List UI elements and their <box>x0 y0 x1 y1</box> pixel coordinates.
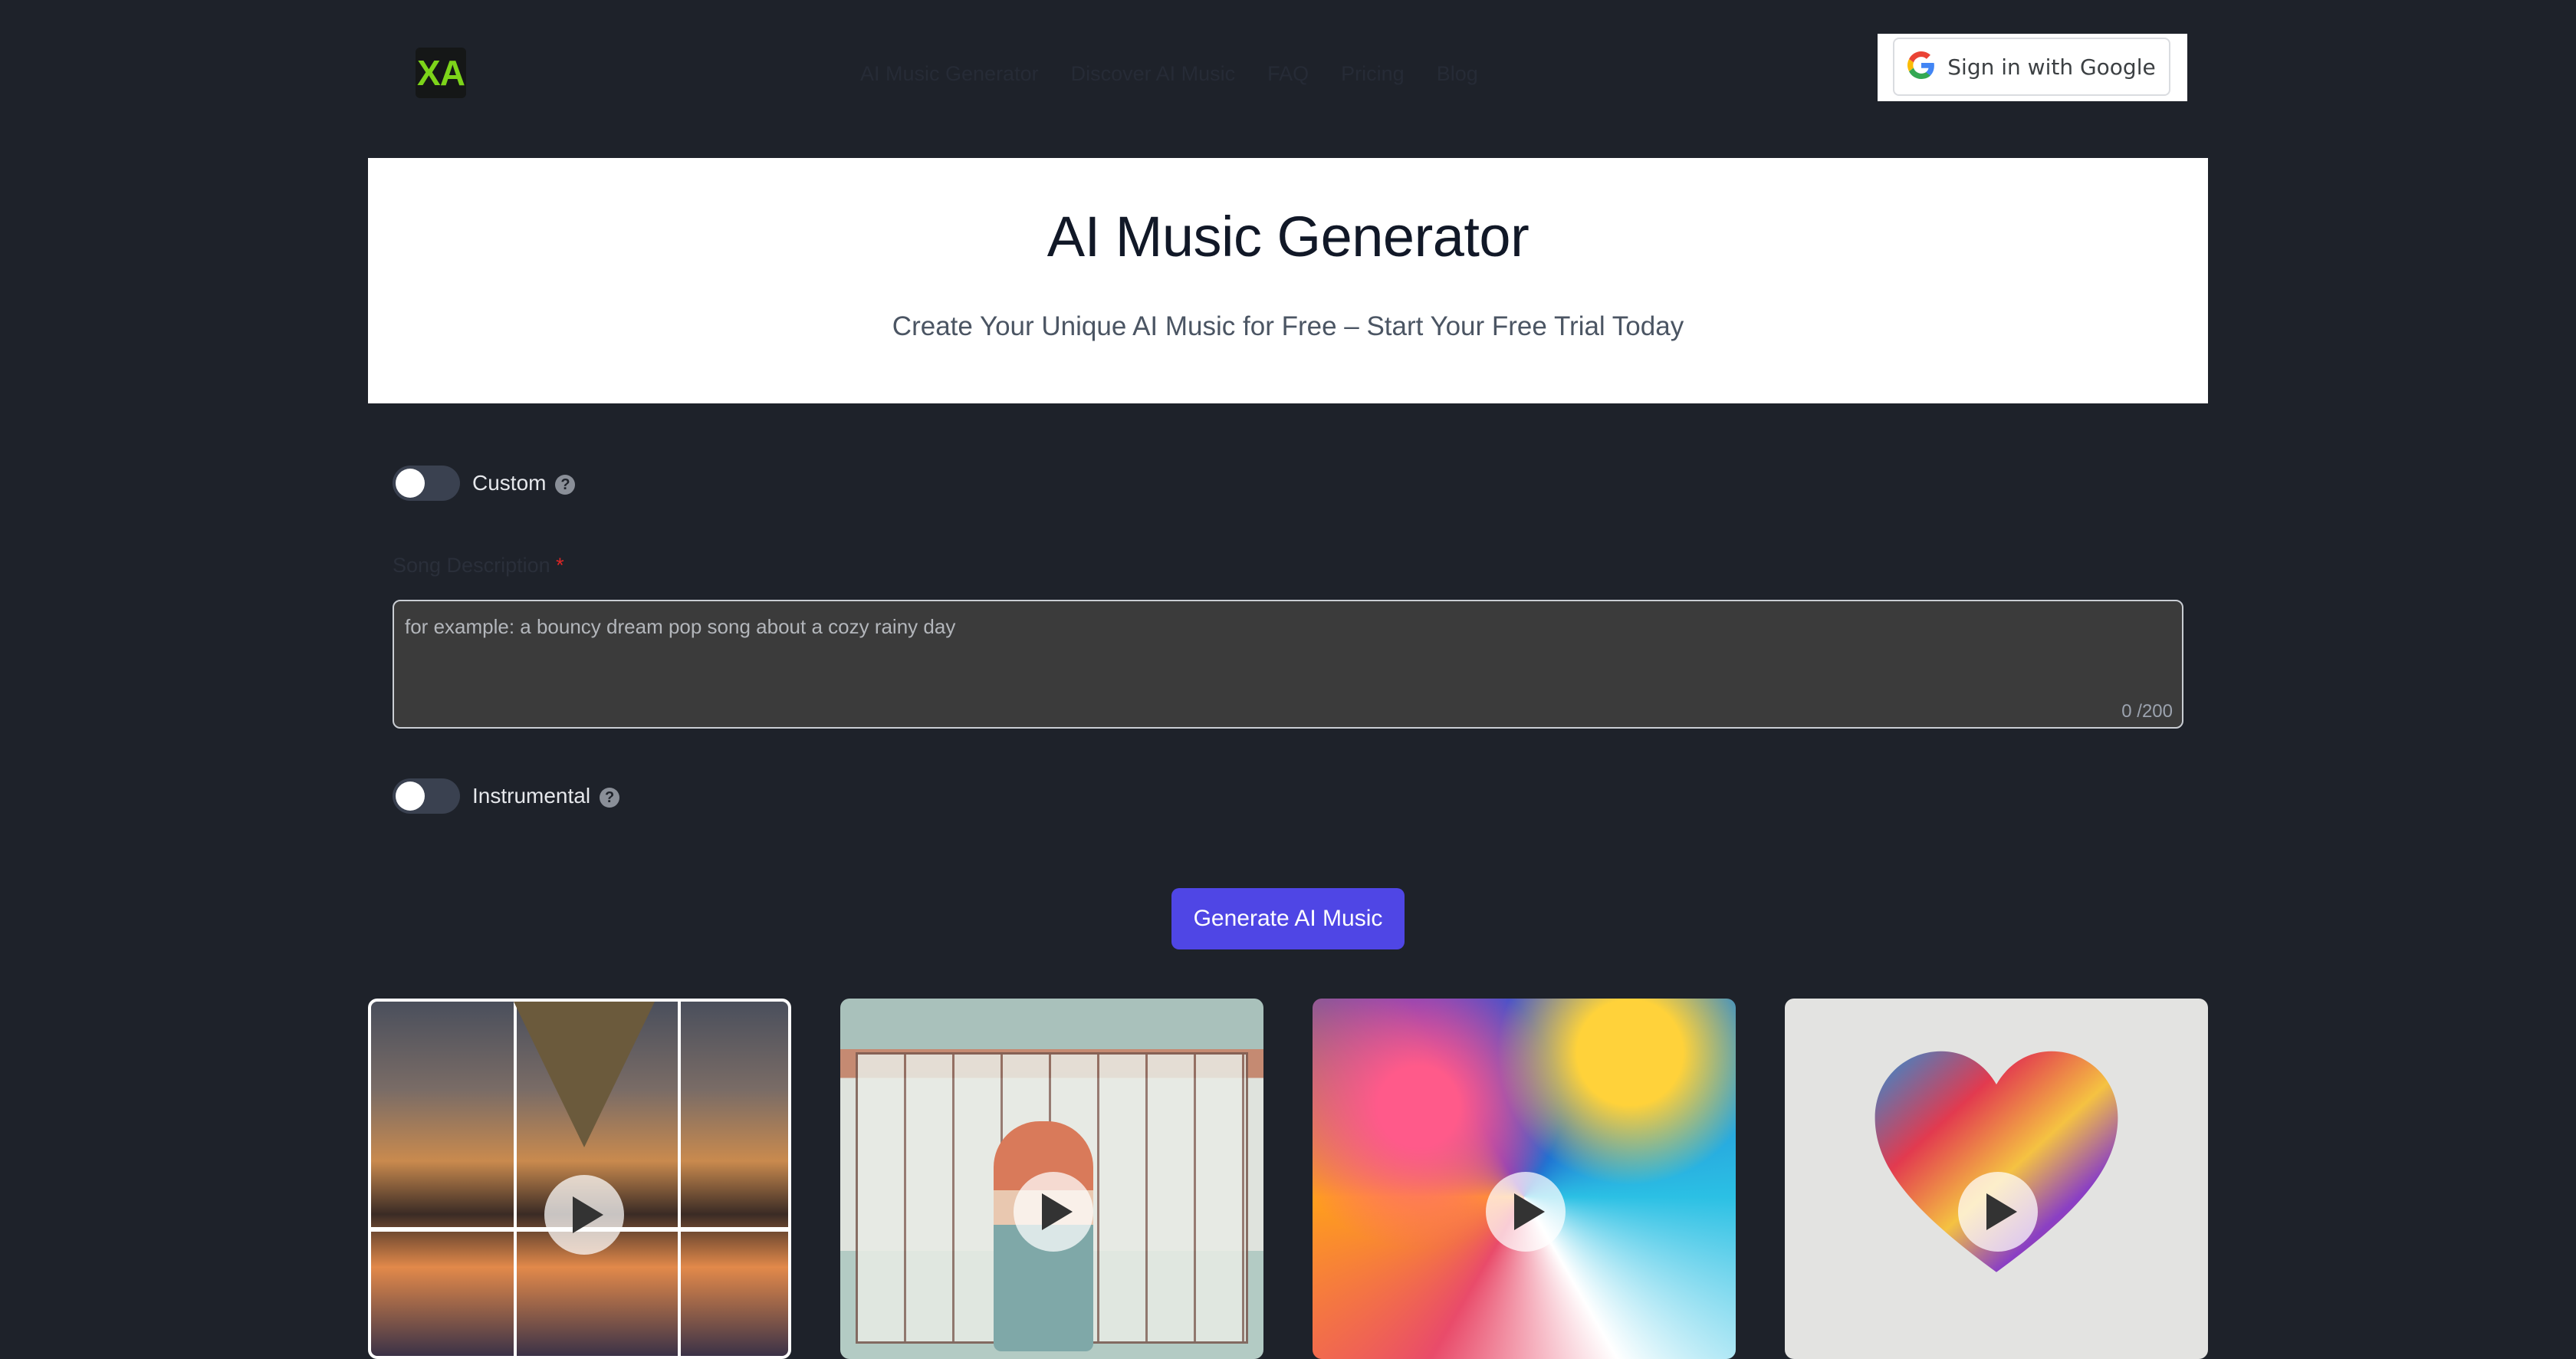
google-icon <box>1907 51 1935 83</box>
instrumental-toggle[interactable] <box>393 778 460 814</box>
custom-toggle[interactable] <box>393 466 460 501</box>
music-card[interactable] <box>368 999 791 1359</box>
char-counter: 0 /200 <box>2121 701 2173 722</box>
main-nav: AI Music Generator Discover AI Music FAQ… <box>860 60 1478 87</box>
page-subtitle: Create Your Unique AI Music for Free – S… <box>892 311 1684 341</box>
song-description-label: Song Description * <box>393 554 564 577</box>
custom-toggle-row: Custom ? <box>393 465 576 502</box>
nav-link-faq[interactable]: FAQ <box>1267 62 1309 86</box>
nav-link-discover-ai-music[interactable]: Discover AI Music <box>1071 62 1236 86</box>
song-description-wrapper: 0 /200 <box>393 600 2183 729</box>
music-card[interactable] <box>1785 999 2208 1359</box>
required-marker: * <box>556 554 564 577</box>
page-title: AI Music Generator <box>1046 205 1530 268</box>
play-icon[interactable] <box>544 1175 624 1255</box>
logo[interactable]: XA <box>416 48 466 98</box>
generate-music-button[interactable]: Generate AI Music <box>1171 888 1405 949</box>
card-artwork <box>1875 1051 2118 1272</box>
google-signin-button[interactable]: Sign in with Google <box>1893 38 2170 96</box>
site-header: XA AI Music Generator Discover AI Music … <box>0 0 2576 146</box>
play-icon[interactable] <box>1486 1172 1566 1252</box>
help-icon[interactable]: ? <box>555 475 576 495</box>
music-card[interactable] <box>840 999 1263 1359</box>
custom-toggle-label: Custom <box>472 471 547 495</box>
song-description-input[interactable] <box>393 600 2183 729</box>
toggle-knob <box>396 782 425 811</box>
instrumental-toggle-row: Instrumental ? <box>393 778 620 814</box>
song-description-label-text: Song Description <box>393 554 550 577</box>
hero-section: AI Music Generator Create Your Unique AI… <box>368 158 2208 403</box>
google-signin-label: Sign in with Google <box>1947 54 2156 80</box>
toggle-knob <box>396 469 425 498</box>
play-icon[interactable] <box>1014 1172 1093 1252</box>
music-card[interactable] <box>1313 999 1736 1359</box>
music-card-grid <box>368 999 2208 1359</box>
nav-link-pricing[interactable]: Pricing <box>1341 62 1405 86</box>
card-artwork <box>514 1002 655 1147</box>
play-icon[interactable] <box>1958 1172 2038 1252</box>
google-signin-container: Sign in with Google <box>1878 34 2187 101</box>
instrumental-toggle-label: Instrumental <box>472 784 591 808</box>
nav-link-blog[interactable]: Blog <box>1437 62 1478 86</box>
nav-link-ai-music-generator[interactable]: AI Music Generator <box>860 62 1039 86</box>
help-icon[interactable]: ? <box>600 788 620 808</box>
